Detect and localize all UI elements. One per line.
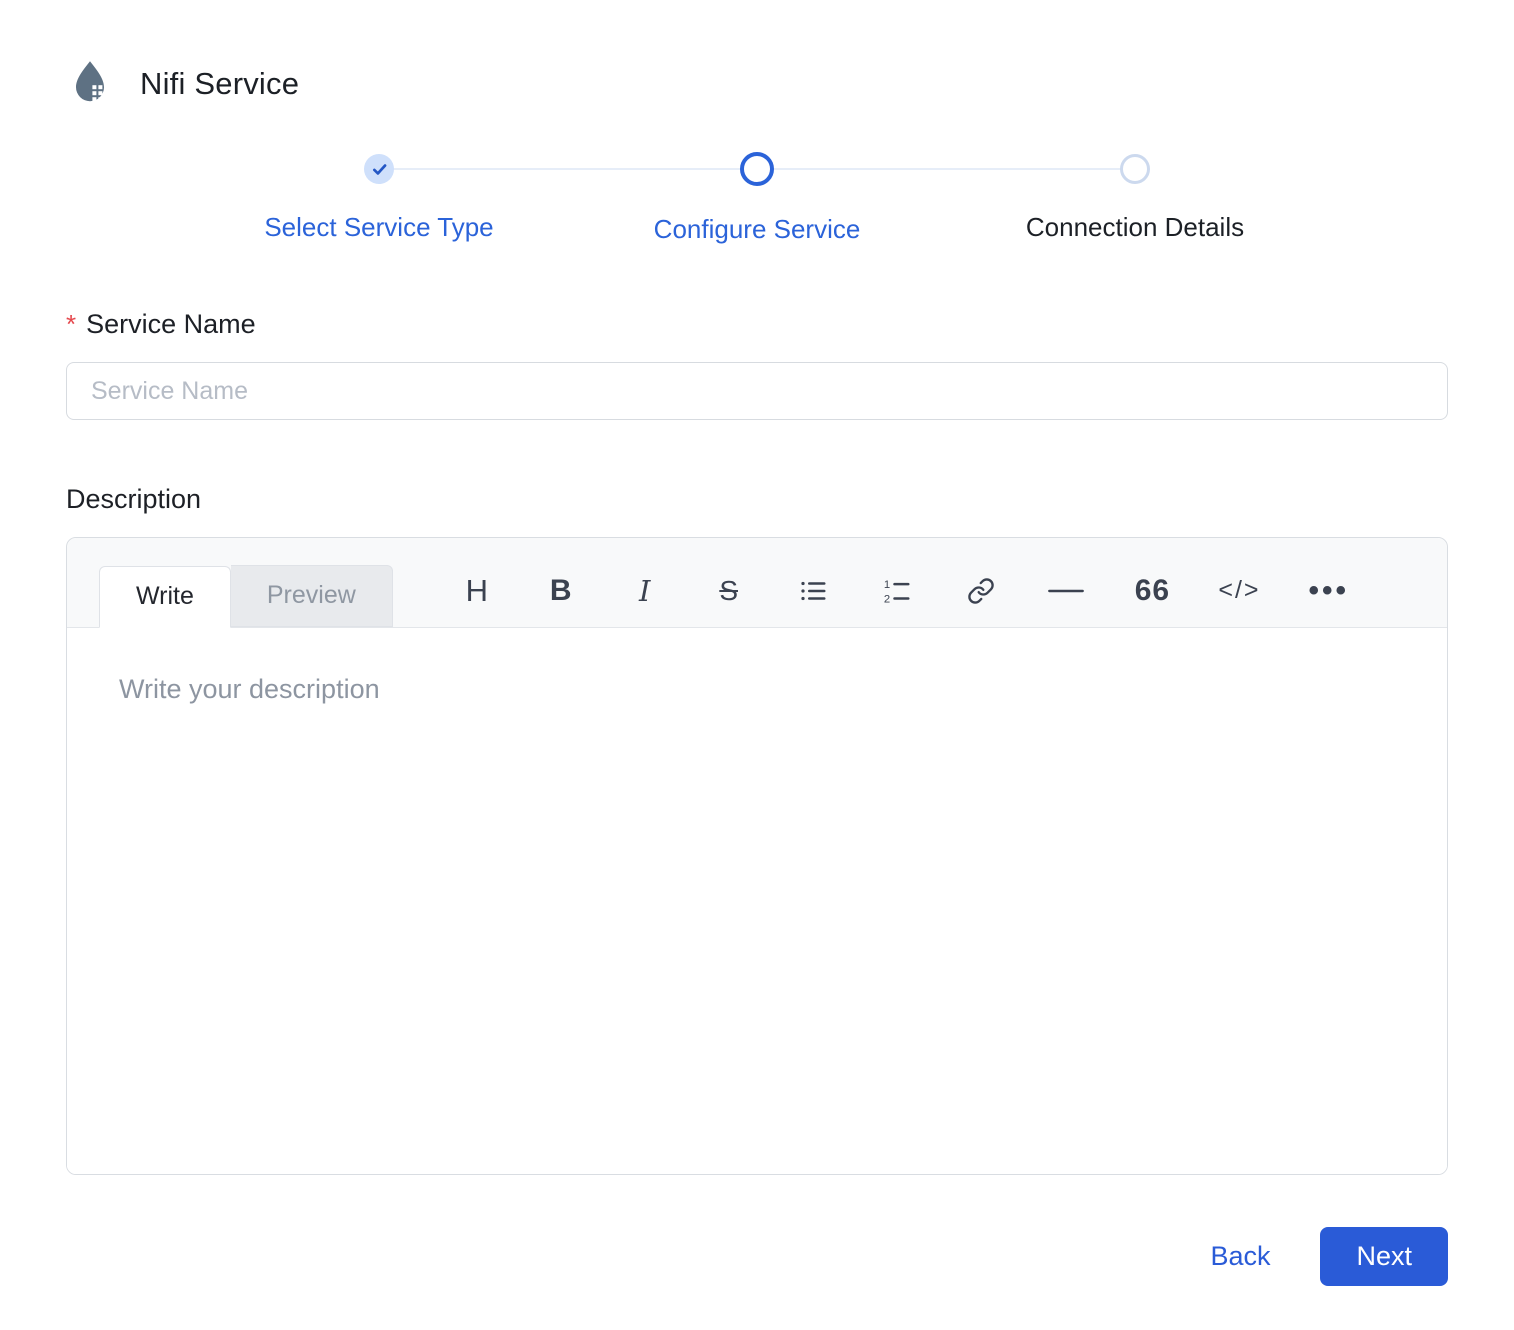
svg-text:2: 2 [883, 593, 889, 605]
step-label-configure-service: Configure Service [653, 214, 861, 244]
step-configure-service: Configure Service [568, 152, 946, 245]
step-label-select-service-type: Select Service Type [264, 212, 494, 242]
bulleted-list-icon[interactable] [795, 571, 831, 611]
service-name-input[interactable] [66, 362, 1448, 420]
editor-body [67, 628, 1447, 1174]
editor-tabs: Write Preview [99, 565, 393, 628]
quote-icon[interactable]: 66 [1134, 571, 1170, 611]
tab-preview[interactable]: Preview [230, 565, 393, 627]
link-icon[interactable] [963, 571, 999, 611]
italic-icon[interactable]: I [627, 571, 663, 611]
step-completed-check-icon [364, 154, 394, 184]
description-textarea[interactable] [67, 628, 1447, 1174]
editor-toolbar: H B I S 1 2 66 </> ••• [393, 571, 1447, 611]
horizontal-rule-icon[interactable] [1046, 571, 1086, 611]
bold-icon[interactable]: B [543, 571, 579, 611]
svg-text:1: 1 [883, 578, 889, 590]
step-select-service-type: Select Service Type [190, 154, 568, 245]
more-options-icon[interactable]: ••• [1308, 571, 1349, 611]
strikethrough-icon[interactable]: S [711, 571, 747, 611]
step-pending-icon [1120, 154, 1150, 184]
tab-write[interactable]: Write [99, 566, 231, 628]
required-asterisk: * [66, 309, 77, 339]
stepper: Select Service Type Configure Service Co… [190, 152, 1324, 245]
nifi-drop-icon [66, 58, 114, 110]
step-connection-details: Connection Details [946, 154, 1324, 245]
description-label-row: Description [66, 484, 1448, 515]
heading-icon[interactable]: H [459, 571, 495, 611]
editor-toolbar-bar: Write Preview H B I S 1 2 66 </> ••• [67, 538, 1447, 628]
service-name-label-row: * Service Name [66, 309, 1448, 340]
page-title: Nifi Service [140, 66, 300, 101]
step-label-connection-details: Connection Details [1025, 212, 1245, 242]
description-editor: Write Preview H B I S 1 2 66 </> ••• Wri… [66, 537, 1448, 1175]
back-button[interactable]: Back [1210, 1241, 1270, 1272]
service-name-label: Service Name [86, 309, 256, 339]
next-button[interactable]: Next [1320, 1227, 1448, 1286]
numbered-list-icon[interactable]: 1 2 [879, 571, 915, 611]
footer-actions: Back Next [66, 1227, 1448, 1286]
step-active-icon [740, 152, 774, 186]
description-label: Description [66, 484, 202, 514]
nifi-service-wizard: Nifi Service Select Service Type Configu… [0, 0, 1514, 1286]
page-header: Nifi Service [66, 58, 1448, 110]
code-icon[interactable]: </> [1218, 571, 1260, 611]
